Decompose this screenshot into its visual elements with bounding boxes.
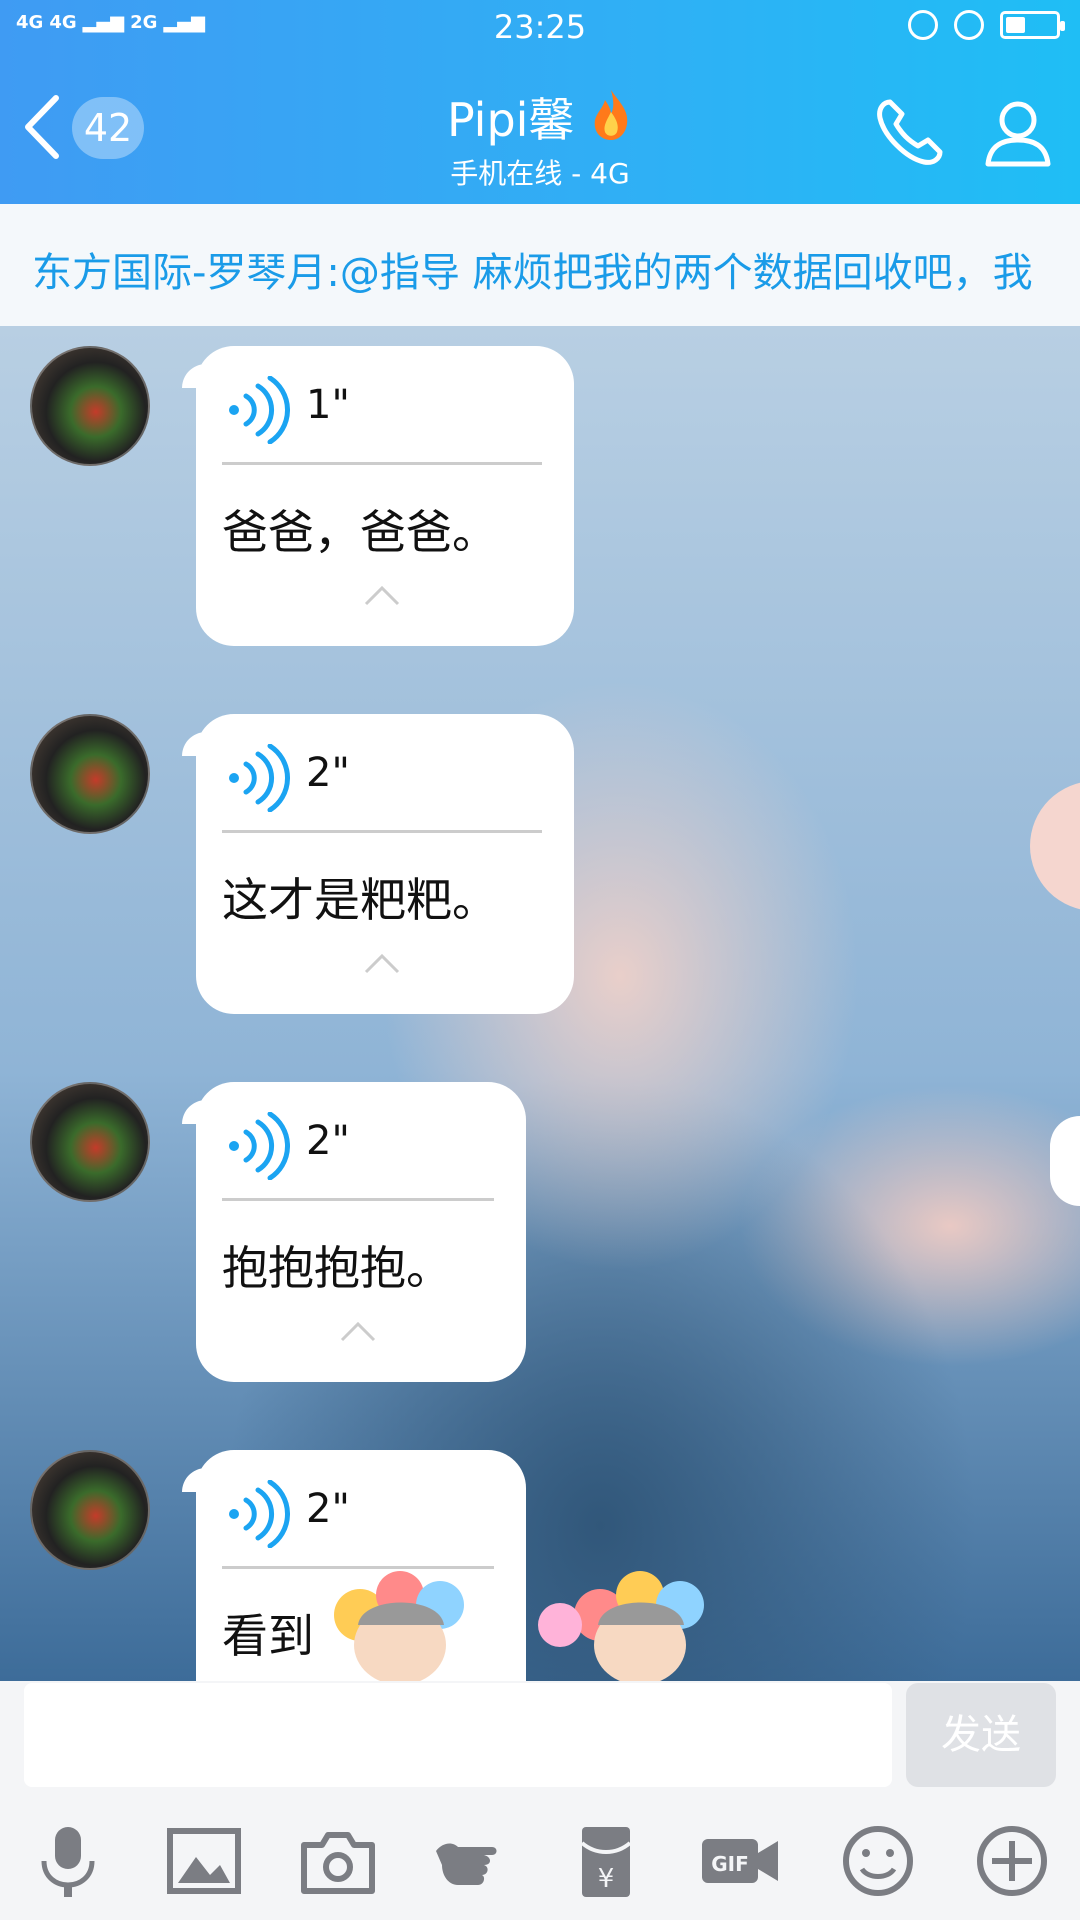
collapse-caret-icon[interactable]	[340, 1320, 376, 1342]
microphone-icon[interactable]	[28, 1821, 108, 1901]
voice-message-bubble[interactable]: 1" 爸爸，爸爸。	[182, 346, 574, 646]
gif-icon[interactable]: GIF	[700, 1821, 780, 1901]
svg-text:¥: ¥	[598, 1864, 615, 1894]
emoji-icon[interactable]	[838, 1821, 918, 1901]
voice-transcript: 抱抱抱抱。	[222, 1241, 452, 1295]
send-button[interactable]: 发送	[906, 1683, 1056, 1787]
plus-icon[interactable]	[972, 1821, 1052, 1901]
battery-icon	[1000, 11, 1065, 39]
chat-header: 4G 4G ▂▄▆ 2G ▂▄▆ 23:25 42 Pipi馨 手机在线 - 4…	[0, 0, 1080, 204]
message-input[interactable]	[24, 1683, 892, 1787]
image-icon[interactable]	[164, 1821, 244, 1901]
battery-fill	[1006, 17, 1025, 33]
status-bar: 4G 4G ▂▄▆ 2G ▂▄▆ 23:25	[0, 0, 1080, 56]
collapse-caret-icon[interactable]	[364, 952, 400, 974]
voice-message-bubble[interactable]: 2" 抱抱抱抱。	[182, 1082, 526, 1382]
red-packet-icon[interactable]: ¥	[566, 1821, 646, 1901]
camera-icon[interactable]	[298, 1821, 378, 1901]
sender-avatar[interactable]	[30, 714, 150, 834]
collapse-caret-icon[interactable]	[364, 584, 400, 606]
chat-background: 1" 爸爸，爸爸。 2" 这才是粑粑。 2" 抱抱抱抱。 2" 看到	[0, 326, 1080, 1681]
flame-icon	[594, 90, 628, 140]
sender-avatar[interactable]	[30, 1450, 150, 1570]
voice-transcript: 爸爸，爸爸。	[222, 505, 498, 559]
group-notice-bar[interactable]: 东方国际-罗琴月:@指导 麻烦把我的两个数据回收吧，我	[0, 204, 1080, 326]
floating-widget-edge	[1050, 1116, 1080, 1206]
lock-rotation-icon	[908, 10, 938, 40]
voice-duration: 2"	[306, 1486, 350, 1532]
voice-message-bubble[interactable]: 2" 这才是粑粑。	[182, 714, 574, 1014]
voice-wave-icon[interactable]	[226, 376, 290, 444]
phone-icon[interactable]	[870, 92, 950, 172]
voice-wave-icon[interactable]	[226, 1112, 290, 1180]
poke-icon[interactable]	[432, 1821, 512, 1901]
animated-sticker-icon	[334, 1571, 704, 1685]
notice-text: 东方国际-罗琴月:@指导 麻烦把我的两个数据回收吧，我	[32, 250, 1033, 296]
sender-avatar[interactable]	[30, 346, 150, 466]
sender-avatar[interactable]	[30, 1082, 150, 1202]
divider	[222, 1198, 494, 1201]
contact-name: Pipi馨	[446, 93, 575, 147]
svg-text:GIF: GIF	[711, 1852, 749, 1876]
status-icons	[908, 10, 1065, 40]
person-icon[interactable]	[978, 92, 1058, 172]
alarm-icon	[954, 10, 984, 40]
voice-duration: 2"	[306, 1118, 350, 1164]
floating-widget[interactable]	[1030, 781, 1080, 911]
divider	[222, 830, 542, 833]
voice-wave-icon[interactable]	[226, 1480, 290, 1548]
voice-duration: 2"	[306, 750, 350, 796]
voice-duration: 1"	[306, 382, 350, 428]
voice-wave-icon[interactable]	[226, 744, 290, 812]
divider	[222, 462, 542, 465]
input-bar: 发送 ¥ GIF	[0, 1681, 1080, 1920]
voice-transcript: 这才是粑粑。	[222, 873, 498, 927]
